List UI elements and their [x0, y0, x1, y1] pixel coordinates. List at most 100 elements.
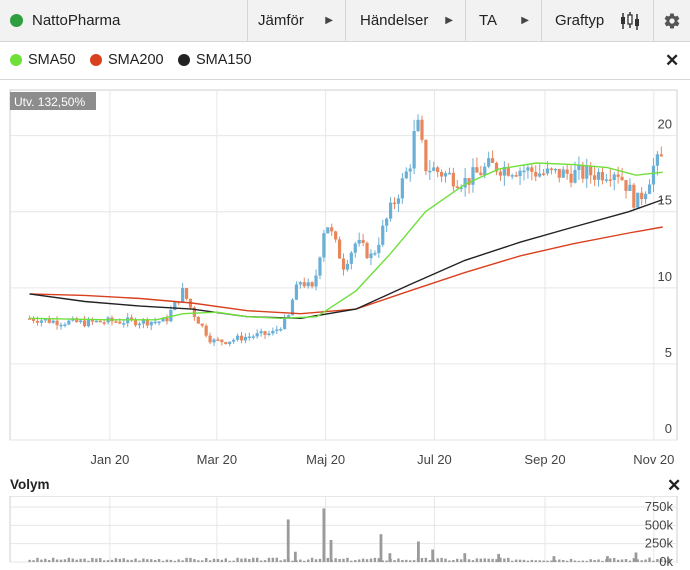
candle-body [388, 202, 393, 219]
candle-body [361, 239, 365, 243]
candle-body [593, 175, 597, 180]
candle-body [235, 335, 240, 340]
candle-body [259, 331, 263, 334]
volume-bar [153, 559, 157, 562]
volume-bar [552, 556, 556, 562]
volume-bar [306, 559, 310, 562]
candle-body [557, 168, 561, 178]
candle-body [130, 317, 134, 320]
y-tick-label: 20 [658, 117, 672, 132]
compare-menu-button[interactable]: Jämför ▶ [248, 0, 346, 41]
candle-body [498, 171, 503, 176]
candle-body [432, 167, 436, 171]
candle-body [98, 320, 102, 323]
candle-body [94, 320, 98, 323]
volume-bar [286, 519, 290, 562]
candle-body [196, 316, 200, 324]
close-indicators-icon[interactable]: ✕ [665, 51, 679, 71]
volume-bar [463, 553, 467, 562]
volume-bar [479, 558, 483, 562]
volume-bar [609, 558, 612, 562]
volume-bar [314, 559, 318, 562]
volume-bar [628, 560, 632, 562]
volume-bar [460, 559, 463, 562]
volume-bar [130, 559, 133, 562]
candle-body [302, 282, 306, 287]
legend-item-sma50[interactable]: SMA50 [10, 52, 76, 68]
candle-body [334, 231, 338, 240]
candle-body [326, 227, 330, 234]
volume-bar [71, 558, 74, 562]
volume-bar [491, 558, 494, 562]
volume-bar [526, 560, 530, 562]
close-volume-icon[interactable]: ✕ [667, 476, 681, 496]
candle-body [247, 336, 251, 339]
volume-bar [558, 559, 561, 562]
volume-bar [87, 560, 90, 562]
volume-bar [503, 558, 506, 562]
caret-right-icon: ▶ [325, 15, 333, 26]
volume-bar [357, 559, 361, 562]
candle-body [585, 166, 589, 179]
volume-bar [189, 557, 192, 562]
volume-bar [291, 560, 294, 562]
volume-bar [51, 557, 55, 562]
volume-bar [79, 558, 82, 562]
candle-body [224, 342, 228, 344]
volume-bar [388, 553, 392, 562]
volume-bar [373, 557, 377, 562]
gear-icon [664, 13, 680, 29]
legend-swatch [90, 54, 102, 66]
ta-menu-button[interactable]: TA ▶ [466, 0, 542, 41]
candle-body [345, 263, 350, 270]
chart-type-button[interactable]: Graftyp [542, 0, 654, 41]
volume-bar [452, 559, 455, 562]
volume-bar [255, 557, 259, 562]
volume-bar [326, 557, 330, 562]
volume-label: Volym [10, 477, 50, 492]
caret-right-icon: ▶ [521, 15, 529, 26]
y-tick-label: 5 [665, 345, 672, 360]
candle-body [279, 328, 283, 331]
candle-body [436, 167, 440, 172]
volume-bar [530, 559, 534, 562]
volume-bar [299, 559, 302, 562]
volume-bar [248, 558, 251, 562]
volume-bar [405, 559, 408, 562]
volume-bar [106, 560, 110, 562]
candle-body [475, 167, 479, 173]
candle-body [490, 158, 495, 163]
volume-bar [28, 559, 31, 562]
candle-body [102, 322, 106, 324]
candle-body [644, 193, 648, 200]
candle-body [59, 324, 63, 327]
volume-bar [511, 560, 514, 562]
candle-body [632, 184, 636, 208]
volume-bar [36, 557, 39, 562]
candle-body [404, 171, 408, 179]
candle-body [239, 335, 244, 341]
candle-body [443, 173, 448, 177]
legend-item-sma150[interactable]: SMA150 [178, 52, 252, 68]
candle-body [545, 168, 550, 174]
candle-body [208, 335, 212, 343]
volume-bar [263, 560, 267, 562]
volume-bar [507, 557, 510, 562]
candle-body [263, 331, 267, 335]
volume-bar [471, 560, 475, 562]
volume-bar [63, 559, 67, 562]
compare-label: Jämför [258, 12, 304, 29]
legend-label: SMA200 [108, 52, 164, 68]
volume-bar [534, 560, 537, 562]
candle-body [424, 139, 428, 172]
candle-body [455, 186, 459, 188]
volume-bar [95, 558, 98, 562]
candle-body [67, 320, 71, 325]
events-menu-button[interactable]: Händelser ▶ [346, 0, 466, 41]
candle-body [298, 282, 302, 285]
volume-bar [565, 560, 569, 562]
settings-button[interactable] [654, 0, 690, 41]
volume-bar [365, 559, 369, 562]
candle-body [408, 168, 412, 172]
legend-item-sma200[interactable]: SMA200 [90, 52, 164, 68]
